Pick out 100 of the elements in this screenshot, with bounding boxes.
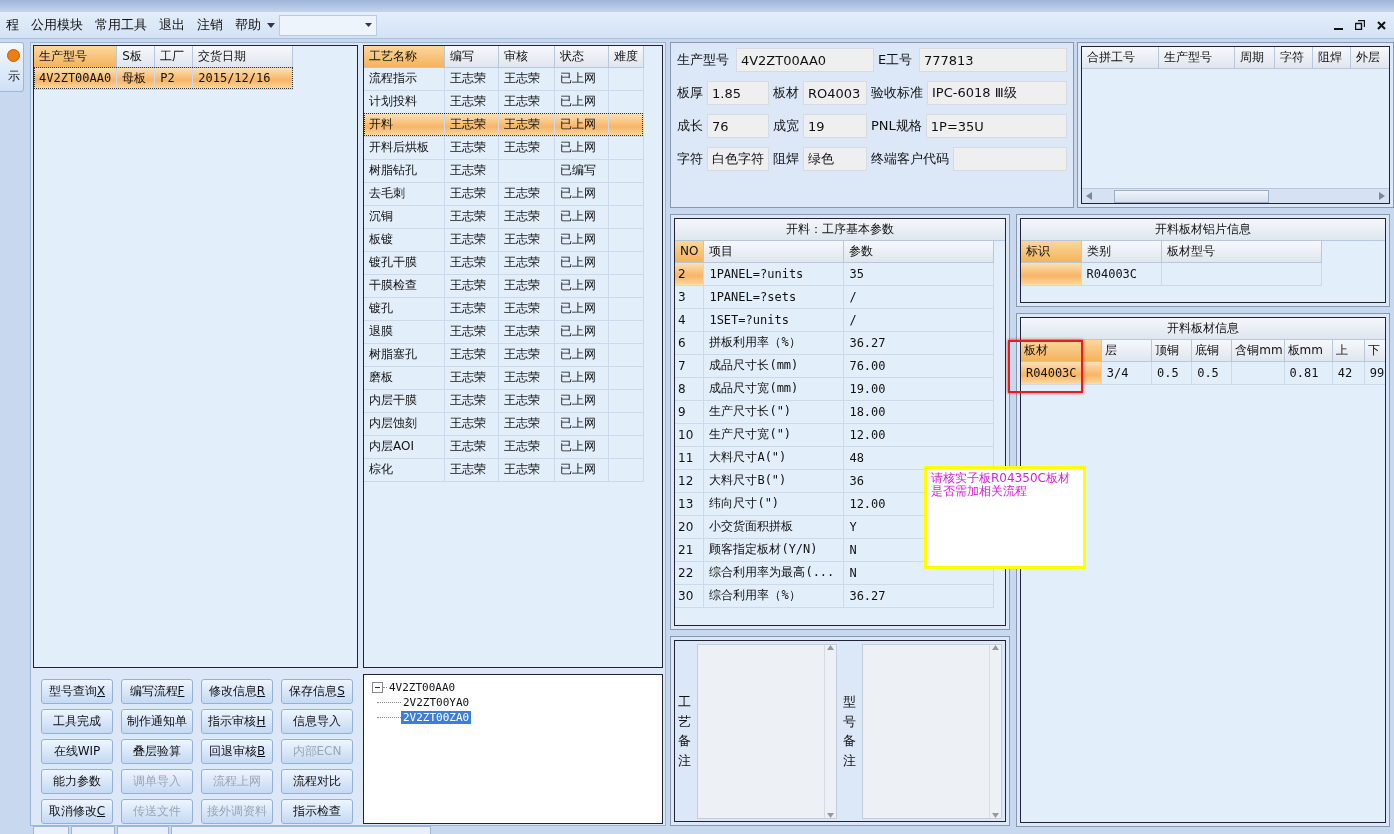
table-row[interactable]: 退膜 王志荣 王志荣 已上网	[364, 320, 643, 343]
table-row[interactable]: 磨板 王志荣 王志荣 已上网	[364, 366, 643, 389]
column-header[interactable]: 参数	[843, 241, 994, 262]
table-row[interactable]: 镀孔 王志荣 王志荣 已上网	[364, 297, 643, 320]
table-row[interactable]: 内层干膜 王志荣 王志荣 已上网	[364, 389, 643, 412]
table-row[interactable]: 沉铜 王志荣 王志荣 已上网	[364, 205, 643, 228]
scroll-arrow-icon[interactable]	[827, 645, 834, 650]
column-header[interactable]: 周期	[1234, 47, 1274, 68]
scroll-arrow-icon[interactable]	[1086, 192, 1092, 200]
text-field[interactable]: 1P=35U	[925, 114, 1067, 138]
text-field[interactable]: RO4003	[803, 81, 867, 105]
table-row[interactable]: 树脂塞孔 王志荣 王志荣 已上网	[364, 343, 643, 366]
table-row[interactable]: 板镀 王志荣 王志荣 已上网	[364, 228, 643, 251]
collapse-icon[interactable]	[372, 682, 383, 693]
tree-node[interactable]: 2V2ZT00ZA0	[401, 711, 472, 724]
action-button[interactable]: 型号查询X	[41, 679, 113, 704]
text-field[interactable]: 1.85	[707, 81, 769, 105]
table-row[interactable]: 干膜检查 王志荣 王志荣 已上网	[364, 274, 643, 297]
text-field[interactable]: IPC-6018 Ⅲ级	[927, 81, 1067, 105]
notes-field[interactable]	[862, 644, 1002, 819]
column-header[interactable]: 阻焊	[1312, 47, 1350, 68]
table-row[interactable]: 内层AOI 王志荣 王志荣 已上网	[364, 435, 643, 458]
scroll-arrow-icon[interactable]	[992, 813, 999, 818]
action-button[interactable]: 回退审核B	[201, 739, 273, 764]
column-header[interactable]: 板mm	[1284, 340, 1333, 361]
table-row[interactable]: R04003C	[1021, 262, 1321, 285]
action-button[interactable]: 修改信息R	[201, 679, 273, 704]
table-row[interactable]: 镀孔干膜 王志荣 王志荣 已上网	[364, 251, 643, 274]
table-row[interactable]: 4V2ZT00AA0 母板 P2 2015/12/16	[34, 67, 293, 89]
text-field[interactable]: 绿色	[803, 147, 867, 171]
column-header[interactable]: 字符	[1274, 47, 1312, 68]
text-field[interactable]: 19	[803, 114, 867, 138]
restore-icon[interactable]	[1355, 20, 1365, 30]
scroll-arrow-icon[interactable]	[827, 813, 834, 818]
close-icon[interactable]	[1377, 20, 1386, 30]
text-field[interactable]	[953, 147, 1067, 171]
status-tab[interactable]	[71, 826, 115, 834]
text-field[interactable]: 777813	[919, 48, 1067, 72]
menu-item[interactable]: 注销	[191, 16, 229, 34]
table-row[interactable]: 开料 王志荣 王志荣 已上网	[364, 113, 643, 136]
status-tab[interactable]	[171, 826, 431, 834]
action-button[interactable]: 流程对比	[281, 769, 353, 794]
action-button[interactable]: 信息导入	[281, 709, 353, 734]
column-header[interactable]: 审核	[498, 46, 554, 67]
column-header[interactable]: 标识	[1021, 241, 1081, 262]
column-header[interactable]: 含铜mm	[1231, 340, 1284, 361]
column-header[interactable]: 底铜	[1191, 340, 1232, 361]
column-header[interactable]: 层	[1101, 340, 1152, 361]
menu-item[interactable]: 帮助	[229, 16, 267, 34]
column-header[interactable]: 项目	[703, 241, 844, 262]
table-row[interactable]: 流程指示 王志荣 王志荣 已上网	[364, 67, 643, 90]
column-header[interactable]: 编写	[444, 46, 498, 67]
action-button[interactable]: 指示审核H	[201, 709, 273, 734]
table-row[interactable]: 开料后烘板 王志荣 王志荣 已上网	[364, 136, 643, 159]
menu-item[interactable]: 公用模块	[25, 16, 89, 34]
tree-node[interactable]: 4V2ZT00AA0	[387, 681, 458, 694]
table-row[interactable]: 去毛刺 王志荣 王志荣 已上网	[364, 182, 643, 205]
side-button[interactable]: 示	[0, 42, 24, 92]
table-row[interactable]: 棕化 王志荣 王志荣 已上网	[364, 458, 643, 481]
column-header[interactable]: 生产型号	[1158, 47, 1234, 68]
column-header[interactable]: 难度	[608, 46, 643, 67]
column-header[interactable]: 合拼工号	[1082, 47, 1158, 68]
column-header[interactable]: 顶铜	[1151, 340, 1192, 361]
action-button[interactable]: 编写流程F	[121, 679, 193, 704]
action-button[interactable]: 取消修改C	[41, 799, 113, 824]
column-header[interactable]: 交货日期	[192, 46, 293, 67]
action-button[interactable]: 指示检查	[281, 799, 353, 824]
action-button[interactable]: 工具完成	[41, 709, 113, 734]
column-header[interactable]: 工艺名称	[364, 46, 444, 67]
column-header[interactable]: NO	[675, 241, 704, 262]
table-row[interactable]: 内层蚀刻 王志荣 王志荣 已上网	[364, 412, 643, 435]
horizontal-scrollbar[interactable]	[1082, 188, 1389, 203]
action-button[interactable]: 保存信息S	[281, 679, 353, 704]
column-header[interactable]: 生产型号	[34, 46, 117, 67]
action-button[interactable]: 在线WIP	[41, 739, 113, 764]
column-header[interactable]: 工厂	[154, 46, 193, 67]
menu-item[interactable]: 常用工具	[89, 16, 153, 34]
menu-item[interactable]: 退出	[153, 16, 191, 34]
tree-node[interactable]: 2V2ZT00YA0	[401, 696, 472, 709]
dropdown-icon[interactable]	[267, 22, 275, 28]
status-tab[interactable]	[33, 826, 69, 834]
table-row[interactable]: 计划投料 王志荣 王志荣 已上网	[364, 90, 643, 113]
column-header[interactable]: 下	[1364, 340, 1385, 361]
menu-item[interactable]: 程	[0, 16, 25, 34]
table-row[interactable]: R04003C 3/4 0.5 0.5 0.81 42 99	[1021, 361, 1385, 384]
action-button[interactable]: 制作通知单	[121, 709, 193, 734]
action-button[interactable]: 叠层验算	[121, 739, 193, 764]
notes-field[interactable]	[697, 644, 837, 819]
column-header[interactable]: 板材	[1021, 340, 1102, 361]
text-field[interactable]: 白色字符	[707, 147, 769, 171]
column-header[interactable]: 外层	[1350, 47, 1389, 68]
table-row[interactable]: 树脂钻孔 王志荣 已编写	[364, 159, 643, 182]
text-field[interactable]: 4V2ZT00AA0	[735, 48, 874, 72]
scroll-arrow-icon[interactable]	[1379, 192, 1385, 200]
status-tab[interactable]	[117, 826, 169, 834]
column-header[interactable]: 类别	[1081, 241, 1161, 262]
text-field[interactable]: 76	[707, 114, 769, 138]
action-button[interactable]: 能力参数	[41, 769, 113, 794]
column-header[interactable]: S板	[116, 46, 155, 67]
column-header[interactable]: 板材型号	[1161, 241, 1321, 262]
